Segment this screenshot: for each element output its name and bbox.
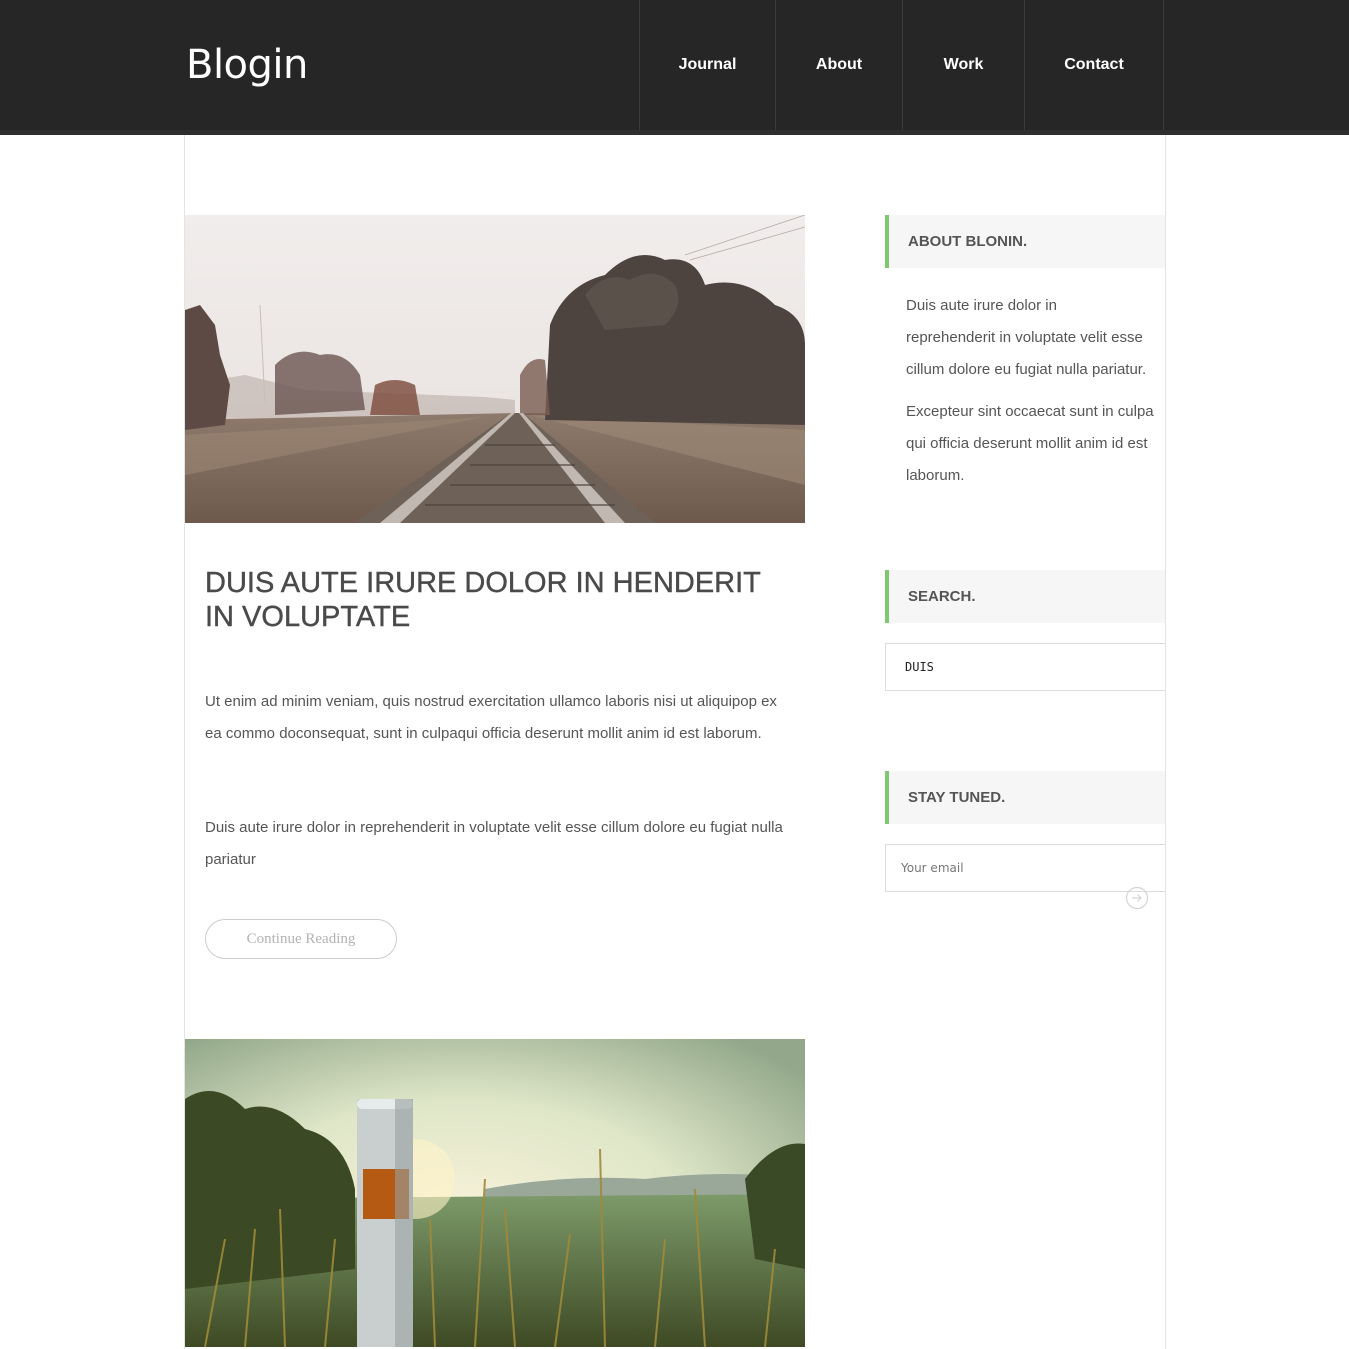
- about-widget-heading: ABOUT BLONIN.: [885, 215, 1165, 268]
- about-p2-line: qui officia deserunt mollit anim id est: [906, 435, 1148, 452]
- field-photo: [185, 1039, 805, 1347]
- search-widget-heading: SEARCH.: [885, 570, 1165, 623]
- stay-tuned-widget-heading: STAY TUNED.: [885, 771, 1165, 824]
- post-paragraph-2: Duis aute irure dolor in reprehenderit i…: [205, 819, 783, 868]
- site-header: Blogin Journal About Work Contact: [0, 0, 1349, 135]
- nav-journal[interactable]: Journal: [639, 0, 775, 130]
- about-p1-line: reprehenderit in voluptate velit esse: [906, 329, 1143, 346]
- about-p1-line: cillum dolore eu fugiat nulla pariatur.: [906, 361, 1147, 378]
- about-paragraph-1: Duis aute irure dolor in reprehenderit i…: [906, 290, 1168, 386]
- post-paragraph-1: Ut enim ad minim veniam, quis nostrud ex…: [205, 693, 777, 742]
- about-p2-line: laborum.: [906, 467, 965, 484]
- about-paragraph-2: Excepteur sint occaecat sunt in culpa qu…: [906, 396, 1168, 492]
- post-title[interactable]: DUIS AUTE IRURE DOLOR IN HENDERIT IN VOL…: [205, 566, 795, 634]
- continue-reading-button[interactable]: Continue Reading: [205, 919, 397, 959]
- search-field[interactable]: [885, 643, 1165, 691]
- nav-contact[interactable]: Contact: [1024, 0, 1164, 130]
- nav-about[interactable]: About: [775, 0, 902, 130]
- nav-work[interactable]: Work: [902, 0, 1024, 130]
- email-field[interactable]: [885, 844, 1165, 892]
- arrow-circle-right-icon[interactable]: [1125, 886, 1149, 910]
- main-nav: Journal About Work Contact: [639, 0, 1164, 130]
- search-input[interactable]: [905, 660, 1165, 674]
- post-image-field[interactable]: [185, 1039, 805, 1347]
- site-logo[interactable]: Blogin: [186, 40, 308, 90]
- about-p1-line: Duis aute irure dolor in: [906, 297, 1057, 314]
- email-input[interactable]: [901, 861, 1165, 875]
- post-image-railway[interactable]: [185, 215, 805, 523]
- about-p2-line: Excepteur sint occaecat sunt in culpa: [906, 403, 1154, 420]
- railway-photo: [185, 215, 805, 523]
